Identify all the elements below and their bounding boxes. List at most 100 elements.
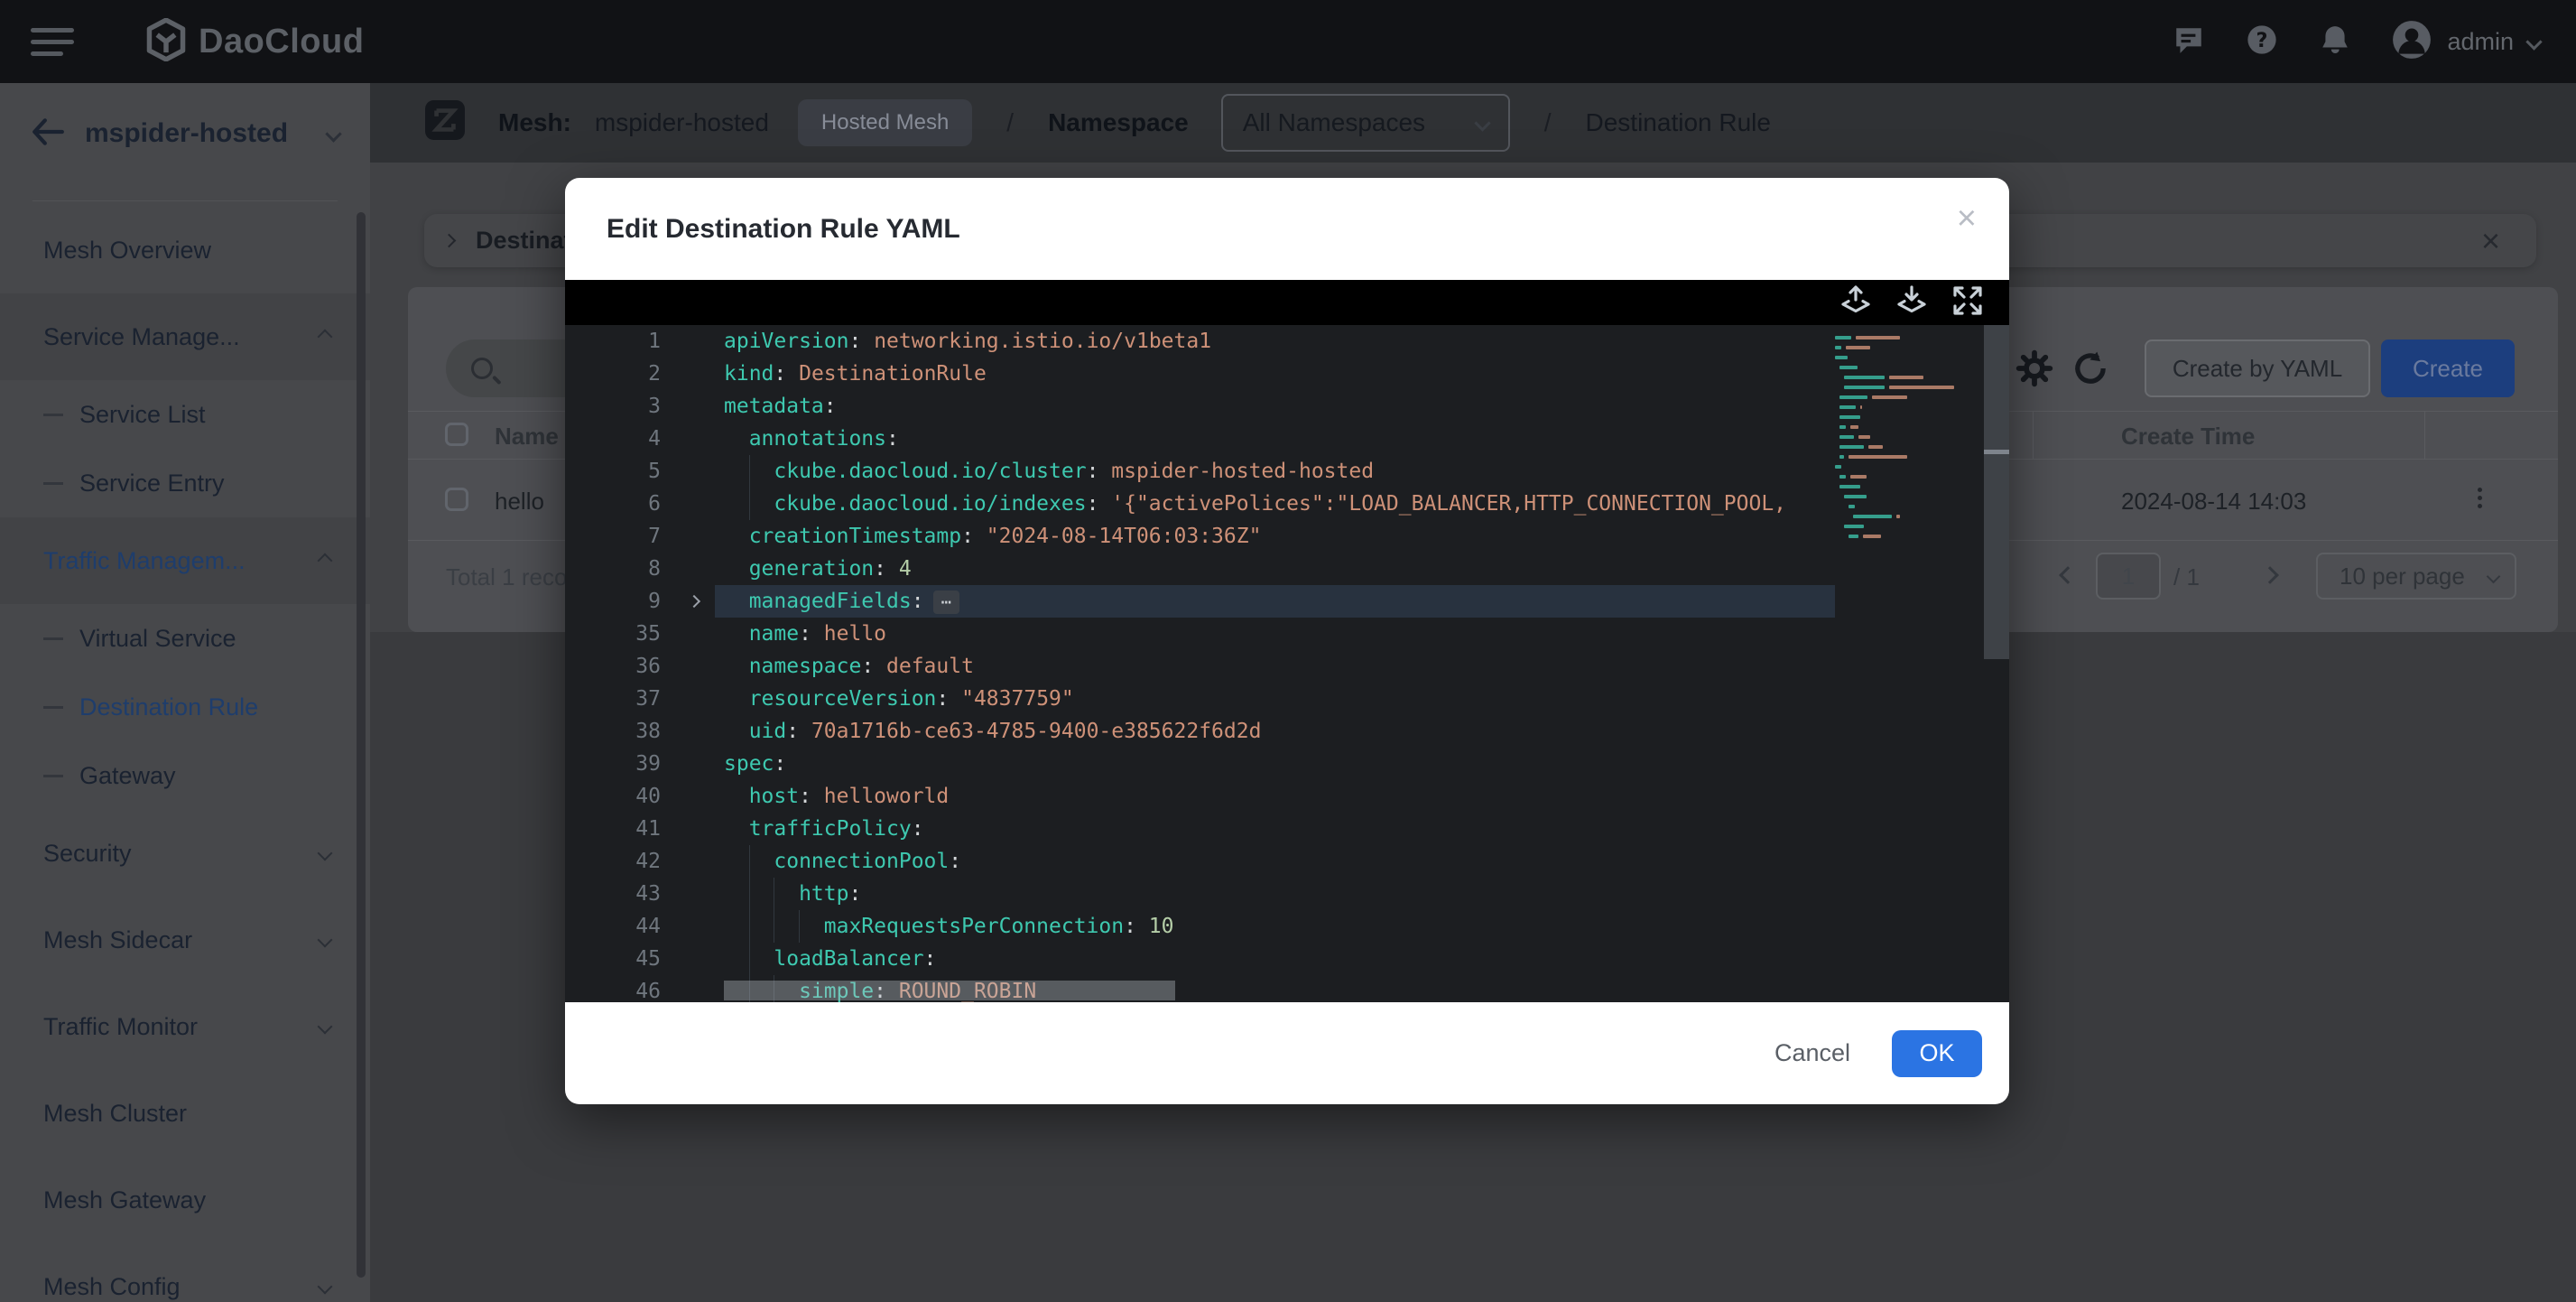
code-text: ckube.daocloud.io/cluster: mspider-hoste… [715,455,1835,488]
sidebar-item-mesh-sidecar[interactable]: Mesh Sidecar [0,897,370,983]
chevron-down-icon[interactable] [325,126,341,142]
minimap[interactable] [1835,325,1984,1002]
code-line-36[interactable]: 36 namespace: default [565,650,1835,683]
yaml-editor[interactable]: 1apiVersion: networking.istio.io/v1beta1… [565,325,2009,1002]
minimap-line [1835,531,1984,541]
code-line-37[interactable]: 37 resourceVersion: "4837759" [565,683,1835,715]
create-button[interactable]: Create [2381,339,2515,397]
code-line-5[interactable]: 5 ckube.daocloud.io/cluster: mspider-hos… [565,455,1835,488]
code-line-41[interactable]: 41 trafficPolicy: [565,813,1835,845]
back-arrow-icon[interactable] [31,117,65,151]
ok-button[interactable]: OK [1892,1030,1982,1077]
minimap-bar [1850,425,1858,429]
close-icon[interactable]: × [1957,201,1977,236]
page-size-select[interactable]: 10 per page [2316,553,2516,600]
divider [32,200,338,201]
sidebar-item-service-manage[interactable]: Service Manage... [0,293,370,380]
editor-scrollbar[interactable] [1984,325,2009,1002]
code-line-45[interactable]: 45 loadBalancer: [565,943,1835,975]
token: : [774,362,799,386]
dash-icon [43,414,63,416]
token: : [912,590,924,613]
select-all-checkbox[interactable] [445,423,468,446]
username: admin [2447,28,2514,56]
namespace-select[interactable]: All Namespaces [1221,94,1510,152]
sidebar-item-virtual-service[interactable]: Virtual Service [0,604,370,673]
code-text: resourceVersion: "4837759" [715,683,1835,715]
folded-code-marker[interactable]: ⋯ [933,591,959,614]
row-actions-icon[interactable] [2468,488,2491,511]
scrollbar-thumb[interactable] [1984,325,2009,659]
sidebar-item-destination-rule[interactable]: Destination Rule [0,673,370,741]
menu-icon[interactable] [31,21,78,63]
sidebar-item-mesh-overview[interactable]: Mesh Overview [0,207,370,293]
sidebar-item-traffic-monitor[interactable]: Traffic Monitor [0,983,370,1070]
column-header-create-time[interactable]: Create Time [2121,423,2255,451]
fold-gutter [673,325,715,358]
row-checkbox[interactable] [445,488,468,511]
sidebar-item-mesh-gateway[interactable]: Mesh Gateway [0,1157,370,1243]
minimap-line [1835,332,1984,342]
create-by-yaml-button[interactable]: Create by YAML [2145,339,2370,397]
code-line-1[interactable]: 1apiVersion: networking.istio.io/v1beta1 [565,325,1835,358]
indent-guide [724,423,749,455]
sidebar-item-service-entry[interactable]: Service Entry [0,449,370,517]
sidebar-item-mesh-config[interactable]: Mesh Config [0,1243,370,1302]
indent-guide [749,878,774,910]
dialog-title: Edit Destination Rule YAML [607,214,960,245]
bell-icon[interactable] [2319,23,2351,60]
horizontal-scrollbar-thumb[interactable] [724,981,1175,1000]
code-line-2[interactable]: 2kind: DestinationRule [565,358,1835,390]
gear-icon[interactable] [2015,349,2054,388]
code-line-44[interactable]: 44 maxRequestsPerConnection: 10 [565,910,1835,943]
token: : [886,427,899,451]
code-line-39[interactable]: 39spec: [565,748,1835,780]
code-text: managedFields:⋯ [715,585,1835,618]
fold-gutter[interactable] [673,585,715,618]
sidebar-item-mesh-cluster[interactable]: Mesh Cluster [0,1070,370,1157]
code-line-9[interactable]: 9 managedFields:⋯ [565,585,1835,618]
minimap-bar [1844,386,1885,389]
code-line-42[interactable]: 42 connectionPool: [565,845,1835,878]
sidebar-item-traffic-managem[interactable]: Traffic Managem... [0,517,370,604]
code-line-4[interactable]: 4 annotations: [565,423,1835,455]
sidebar-item-gateway[interactable]: Gateway [0,741,370,810]
upload-icon[interactable] [1839,284,1872,321]
sidebar-item-label: Security [43,840,132,868]
code-line-6[interactable]: 6 ckube.daocloud.io/indexes: '{"activePo… [565,488,1835,520]
prev-page-icon[interactable] [2059,566,2077,584]
refresh-icon[interactable] [2071,349,2110,388]
minimap-line [1835,382,1984,392]
help-icon[interactable]: ? [2245,23,2279,61]
chevron-right-icon[interactable] [442,234,457,248]
token: loadBalancer [774,947,923,971]
minimap-bar [1839,455,1844,459]
next-page-icon[interactable] [2261,566,2279,584]
code-line-8[interactable]: 8 generation: 4 [565,553,1835,585]
code-line-38[interactable]: 38 uid: 70a1716b-ce63-4785-9400-e385622f… [565,715,1835,748]
code-area[interactable]: 1apiVersion: networking.istio.io/v1beta1… [565,325,1835,1002]
chat-icon[interactable] [2173,23,2205,60]
minimap-bar [1835,465,1841,469]
code-line-35[interactable]: 35 name: hello [565,618,1835,650]
token: host [749,785,799,808]
sidebar-item-service-list[interactable]: Service List [0,380,370,449]
page-number-input[interactable]: 1 [2096,553,2161,600]
code-text: creationTimestamp: "2024-08-14T06:03:36Z… [715,520,1835,553]
code-line-7[interactable]: 7 creationTimestamp: "2024-08-14T06:03:3… [565,520,1835,553]
token: uid [749,720,787,743]
cancel-button[interactable]: Cancel [1774,1039,1850,1067]
table-cell-name[interactable]: hello [495,488,544,516]
sidebar-item-security[interactable]: Security [0,810,370,897]
column-header-name[interactable]: Name [495,423,559,451]
download-icon[interactable] [1895,284,1928,321]
user-menu[interactable]: admin [2391,19,2540,65]
code-line-3[interactable]: 3metadata: [565,390,1835,423]
sidebar-item-label: Traffic Managem... [43,547,246,575]
fullscreen-icon[interactable] [1951,284,1984,321]
code-line-40[interactable]: 40 host: helloworld [565,780,1835,813]
code-line-43[interactable]: 43 http: [565,878,1835,910]
close-icon[interactable]: × [2481,222,2500,260]
sidebar-scrollbar[interactable] [357,212,366,1278]
sidebar-item-label: Mesh Sidecar [43,926,192,954]
